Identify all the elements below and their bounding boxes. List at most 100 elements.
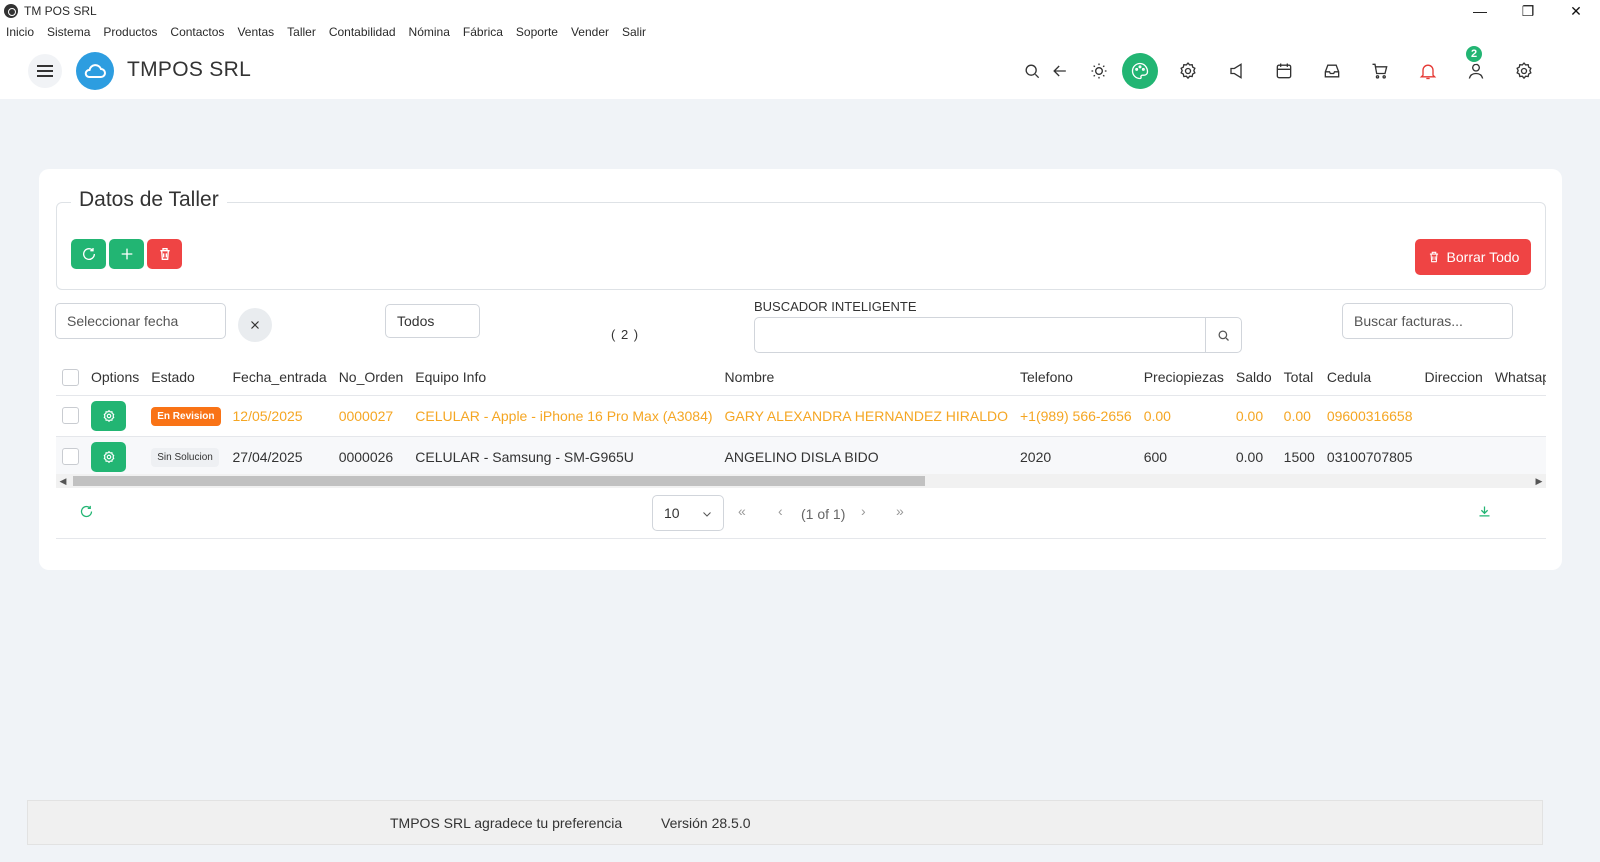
menu-item-soporte[interactable]: Soporte (516, 25, 558, 39)
menu-item-ventas[interactable]: Ventas (237, 25, 274, 39)
table-row[interactable]: En Revision 12/05/2025 0000027 CELULAR -… (56, 395, 1546, 437)
cell-preciopiezas: 0.00 (1137, 395, 1230, 437)
row-options-button[interactable] (91, 441, 126, 472)
menu-item-contabilidad[interactable]: Contabilidad (329, 25, 396, 39)
smart-search-button[interactable] (1205, 318, 1241, 352)
menu-item-vender[interactable]: Vender (571, 25, 609, 39)
cell-total: 1500 (1277, 436, 1321, 478)
menu-item-taller[interactable]: Taller (287, 25, 316, 39)
search-icon (1218, 330, 1229, 341)
status-filter-value: Todos (397, 313, 435, 329)
col-total[interactable]: Total (1277, 359, 1321, 396)
scroll-right-icon[interactable]: ▶ (1532, 474, 1546, 488)
megaphone-icon[interactable] (1221, 56, 1251, 86)
col-estado[interactable]: Estado (145, 359, 227, 396)
delete-button[interactable] (147, 239, 182, 269)
scrollbar-thumb[interactable] (73, 476, 925, 486)
invoice-search-input[interactable]: Buscar facturas... (1342, 303, 1513, 339)
table-row[interactable]: Sin Solucion 27/04/2025 0000026 CELULAR … (56, 436, 1546, 478)
menu-bar: Inicio Sistema Productos Contactos Venta… (0, 22, 1600, 42)
menu-item-fabrica[interactable]: Fábrica (463, 25, 503, 39)
page-info: (1 of 1) (801, 506, 846, 522)
clear-date-button[interactable] (238, 308, 272, 342)
back-arrow-icon[interactable] (1045, 56, 1075, 86)
menu-item-inicio[interactable]: Inicio (6, 25, 34, 39)
plus-icon (121, 248, 132, 260)
date-placeholder: Seleccionar fecha (67, 313, 179, 329)
horizontal-scrollbar[interactable]: ◀ ▶ (56, 474, 1546, 488)
sun-icon[interactable] (1084, 56, 1114, 86)
borrar-todo-button[interactable]: Borrar Todo (1415, 239, 1531, 275)
status-badge: Sin Solucion (151, 447, 219, 467)
cell-whatsapp (1488, 436, 1546, 478)
col-preciopiezas[interactable]: Preciopiezas (1137, 359, 1230, 396)
restore-icon[interactable]: ❐ (1504, 0, 1552, 22)
col-direccion[interactable]: Direccion (1418, 359, 1489, 396)
prev-page-icon[interactable]: ‹ (778, 503, 783, 519)
inbox-icon[interactable] (1317, 56, 1347, 86)
cell-telefono: 2020 (1014, 436, 1138, 478)
cart-icon[interactable] (1365, 56, 1395, 86)
row-checkbox[interactable] (62, 448, 79, 466)
select-all-checkbox[interactable] (62, 368, 79, 386)
refresh-icon (82, 248, 95, 260)
settings-gear-icon[interactable] (1173, 56, 1203, 86)
calendar-icon[interactable] (1269, 56, 1299, 86)
scroll-left-icon[interactable]: ◀ (56, 474, 70, 488)
col-options[interactable]: Options (85, 359, 146, 396)
next-page-icon[interactable]: › (861, 503, 866, 519)
table-header-row: Options Estado Fecha_entrada No_Orden Eq… (56, 359, 1546, 396)
page-size-value: 10 (664, 505, 680, 521)
menu-item-nomina[interactable]: Nómina (409, 25, 450, 39)
footer-thanks: TMPOS SRL agradece tu preferencia (390, 815, 623, 831)
smart-search-label: BUSCADOR INTELIGENTE (754, 299, 917, 314)
row-options-button[interactable] (91, 400, 126, 431)
menu-item-productos[interactable]: Productos (103, 25, 157, 39)
app-icon (4, 4, 18, 18)
refresh-button[interactable] (71, 239, 106, 269)
borrar-todo-label: Borrar Todo (1446, 249, 1520, 265)
row-checkbox[interactable] (62, 407, 79, 425)
col-cedula[interactable]: Cedula (1320, 359, 1419, 396)
taller-fieldset: Datos de Taller Borrar Todo (56, 188, 1546, 290)
download-icon[interactable] (1477, 504, 1492, 522)
menu-item-contactos[interactable]: Contactos (170, 25, 224, 39)
add-button[interactable] (109, 239, 144, 269)
status-filter-select[interactable]: Todos (385, 304, 480, 338)
reload-icon[interactable] (79, 504, 94, 522)
col-telefono[interactable]: Telefono (1014, 359, 1138, 396)
cell-nombre: GARY ALEXANDRA HERNANDEZ HIRALDO (718, 395, 1014, 437)
search-icon[interactable] (1017, 56, 1047, 86)
palette-icon[interactable] (1122, 53, 1158, 89)
close-icon[interactable]: ✕ (1552, 0, 1600, 22)
gear-icon (103, 450, 114, 463)
status-badge: En Revision (151, 406, 221, 426)
menu-item-sistema[interactable]: Sistema (47, 25, 90, 39)
close-icon (251, 321, 259, 329)
cell-equipo: CELULAR - Apple - iPhone 16 Pro Max (A30… (409, 395, 719, 437)
date-picker-input[interactable]: Seleccionar fecha (55, 303, 226, 339)
window-controls: — ❐ ✕ (1456, 0, 1600, 22)
config-gear-icon[interactable] (1509, 56, 1539, 86)
trash-icon (1429, 251, 1438, 263)
footer: TMPOS SRL agradece tu preferencia Versió… (27, 800, 1543, 845)
smart-search-input[interactable] (754, 317, 1242, 353)
col-nombre[interactable]: Nombre (718, 359, 1014, 396)
first-page-icon[interactable]: « (738, 503, 746, 519)
col-no-orden[interactable]: No_Orden (332, 359, 410, 396)
page-size-select[interactable]: 10 (652, 495, 724, 531)
last-page-icon[interactable]: » (896, 503, 904, 519)
bell-icon[interactable] (1413, 56, 1443, 86)
menu-item-salir[interactable]: Salir (622, 25, 646, 39)
app-header: TMPOS SRL (0, 42, 1600, 99)
cell-saldo: 0.00 (1229, 395, 1278, 437)
col-saldo[interactable]: Saldo (1229, 359, 1278, 396)
cell-equipo: CELULAR - Samsung - SM-G965U (409, 436, 719, 478)
col-whatsapp[interactable]: Whatsapp (1488, 359, 1546, 396)
cell-total: 0.00 (1277, 395, 1321, 437)
col-fecha-entrada[interactable]: Fecha_entrada (226, 359, 333, 396)
invoice-search-placeholder: Buscar facturas... (1354, 313, 1463, 329)
footer-version: Versión 28.5.0 (661, 815, 751, 831)
minimize-icon[interactable]: — (1456, 0, 1504, 22)
col-equipo-info[interactable]: Equipo Info (409, 359, 719, 396)
